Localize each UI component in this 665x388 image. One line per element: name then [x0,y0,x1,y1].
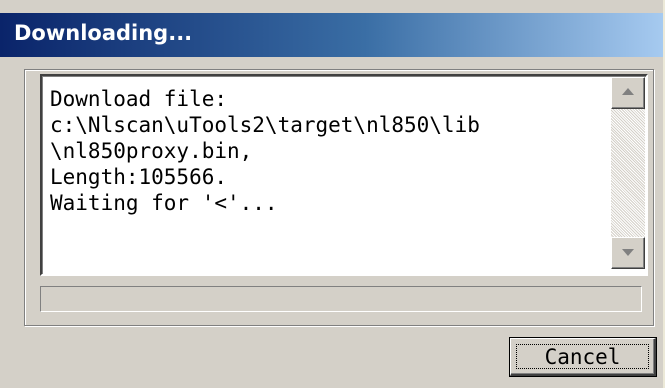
cancel-button[interactable]: Cancel [510,338,656,376]
log-vertical-scrollbar[interactable] [611,77,645,269]
scroll-up-button[interactable] [611,77,645,109]
download-log-text: Download file: c:\Nlscan\uTools2\target\… [50,87,480,215]
download-log-textbox[interactable]: Download file: c:\Nlscan\uTools2\target\… [40,74,648,276]
download-dialog: Downloading... Download file: c:\Nlscan\… [0,0,665,388]
window-title: Downloading... [14,21,193,45]
download-progress-bar [40,286,642,312]
scroll-down-button[interactable] [611,237,645,269]
scroll-up-arrow-icon [622,88,634,95]
cancel-button-label: Cancel [516,344,649,369]
scroll-down-arrow-icon [622,249,634,256]
title-bar[interactable]: Downloading... [0,13,663,57]
